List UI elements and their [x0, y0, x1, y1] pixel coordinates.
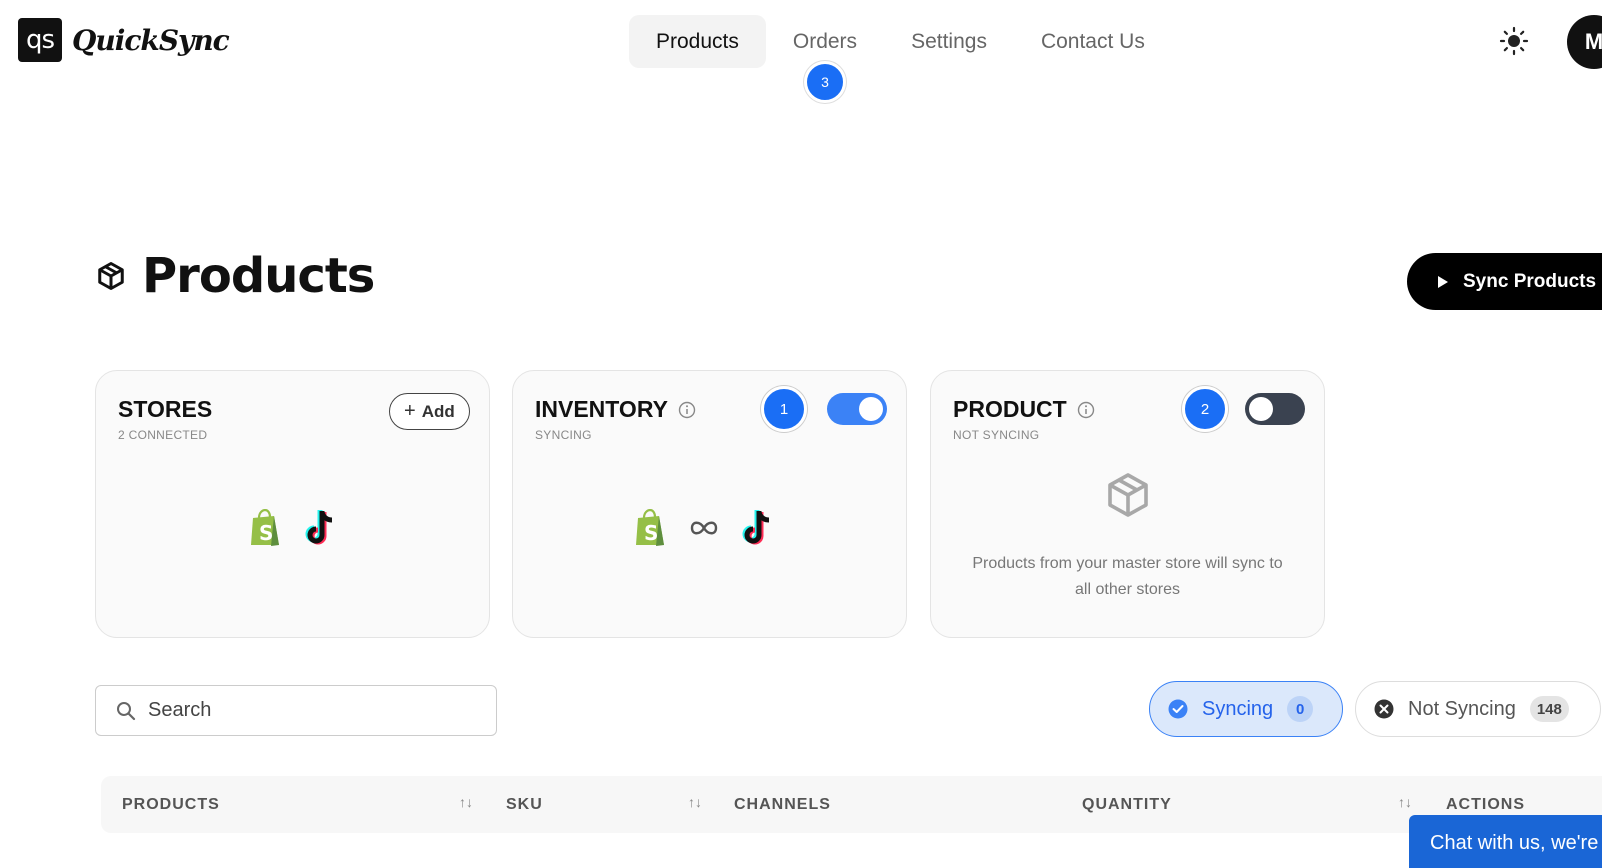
plus-icon: +	[404, 400, 416, 422]
store-icons: S	[248, 509, 338, 547]
product-sync-toggle[interactable]	[1245, 393, 1305, 425]
chat-widget-label: Chat with us, we're	[1430, 832, 1599, 854]
info-icon[interactable]	[1077, 401, 1095, 419]
check-circle-icon	[1168, 699, 1188, 719]
play-icon	[1438, 275, 1448, 288]
stores-card: STORES 2 CONNECTED + Add S	[95, 370, 490, 638]
svg-text:S: S	[259, 521, 273, 545]
column-header-actions: ACTIONS	[1446, 796, 1525, 813]
inventory-subtitle: SYNCING	[535, 428, 592, 442]
search-icon	[117, 701, 136, 720]
sort-products-icon[interactable]: ↑↓	[459, 794, 473, 810]
inventory-title-text: INVENTORY	[535, 396, 668, 422]
tiktok-icon[interactable]	[304, 509, 338, 547]
info-icon[interactable]	[678, 401, 696, 419]
inventory-channel-icons: S	[633, 509, 775, 547]
nav-settings[interactable]: Settings	[884, 15, 1014, 68]
product-empty-text: Products from your master store will syn…	[972, 555, 1283, 598]
inventory-card: INVENTORY SYNCING 1 S	[512, 370, 907, 638]
product-card: PRODUCT NOT SYNCING 2 Products from your…	[930, 370, 1325, 638]
add-store-label: Add	[421, 401, 455, 421]
inventory-step-badge: 1	[761, 386, 807, 432]
syncing-filter-label: Syncing	[1202, 697, 1274, 720]
nav-contact-us[interactable]: Contact Us	[1014, 15, 1172, 68]
column-header-products[interactable]: PRODUCTS	[122, 796, 220, 814]
inventory-sync-toggle[interactable]	[827, 393, 887, 425]
page-header: Products	[96, 248, 375, 304]
box-icon	[98, 262, 124, 290]
table-header: PRODUCTS ↑↓ SKU ↑↓ CHANNELS QUANTITY ↑↓ …	[101, 776, 1602, 833]
stores-title: STORES	[118, 396, 212, 423]
sync-products-button[interactable]: Sync Products	[1407, 253, 1602, 310]
user-avatar[interactable]: M	[1567, 15, 1602, 69]
chat-widget-button[interactable]: Chat with us, we're	[1409, 815, 1602, 868]
add-store-button[interactable]: + Add	[389, 393, 470, 430]
stores-title-text: STORES	[118, 396, 213, 422]
tiktok-icon	[742, 510, 770, 545]
logo-mark: qs	[18, 18, 62, 62]
syncing-filter-button[interactable]: Syncing 0	[1149, 681, 1343, 737]
search-box	[95, 685, 497, 736]
empty-box-icon	[1108, 473, 1148, 517]
not-syncing-count: 148	[1529, 696, 1569, 722]
nav-settings-label: Settings	[911, 29, 987, 53]
shopify-icon[interactable]: S	[248, 509, 282, 547]
svg-text:S: S	[644, 521, 658, 545]
x-circle-icon	[1374, 699, 1394, 719]
product-step-badge: 2	[1182, 386, 1228, 432]
toggle-knob	[859, 397, 883, 421]
toggle-knob	[1249, 397, 1273, 421]
product-title: PRODUCT	[953, 396, 1095, 423]
not-syncing-filter-button[interactable]: Not Syncing 148	[1355, 681, 1601, 737]
stores-subtitle: 2 CONNECTED	[118, 428, 208, 442]
search-input[interactable]	[148, 699, 448, 722]
nav-contact-label: Contact Us	[1040, 29, 1145, 53]
sort-sku-icon[interactable]: ↑↓	[688, 794, 702, 810]
sync-products-label: Sync Products	[1463, 270, 1597, 292]
syncing-count: 0	[1287, 696, 1314, 722]
product-title-text: PRODUCT	[953, 396, 1067, 422]
nav-orders-label: Orders	[792, 29, 858, 53]
product-subtitle: NOT SYNCING	[953, 428, 1040, 442]
infinity-icon	[690, 521, 718, 535]
theme-toggle-button[interactable]	[1497, 24, 1531, 58]
brand-name: QuickSync	[72, 23, 230, 57]
not-syncing-filter-label: Not Syncing	[1408, 697, 1516, 720]
sun-icon	[1499, 26, 1529, 56]
inventory-title: INVENTORY	[535, 396, 696, 423]
nav-products[interactable]: Products	[629, 15, 766, 68]
brand-logo[interactable]: qs QuickSync	[18, 18, 230, 62]
orders-count-badge: 3	[803, 61, 846, 103]
page-title: Products	[142, 248, 375, 304]
shopify-icon: S	[636, 509, 664, 546]
nav-products-label: Products	[656, 29, 739, 53]
nav-orders[interactable]: Orders 3	[766, 15, 884, 103]
column-header-channels: CHANNELS	[734, 796, 831, 813]
column-header-sku[interactable]: SKU	[506, 796, 543, 814]
avatar-initial: M	[1584, 29, 1602, 54]
sort-quantity-icon[interactable]: ↑↓	[1398, 794, 1412, 810]
column-header-quantity[interactable]: QUANTITY	[1082, 796, 1172, 814]
main-nav: Products Orders 3 Settings Contact Us	[629, 15, 1172, 103]
